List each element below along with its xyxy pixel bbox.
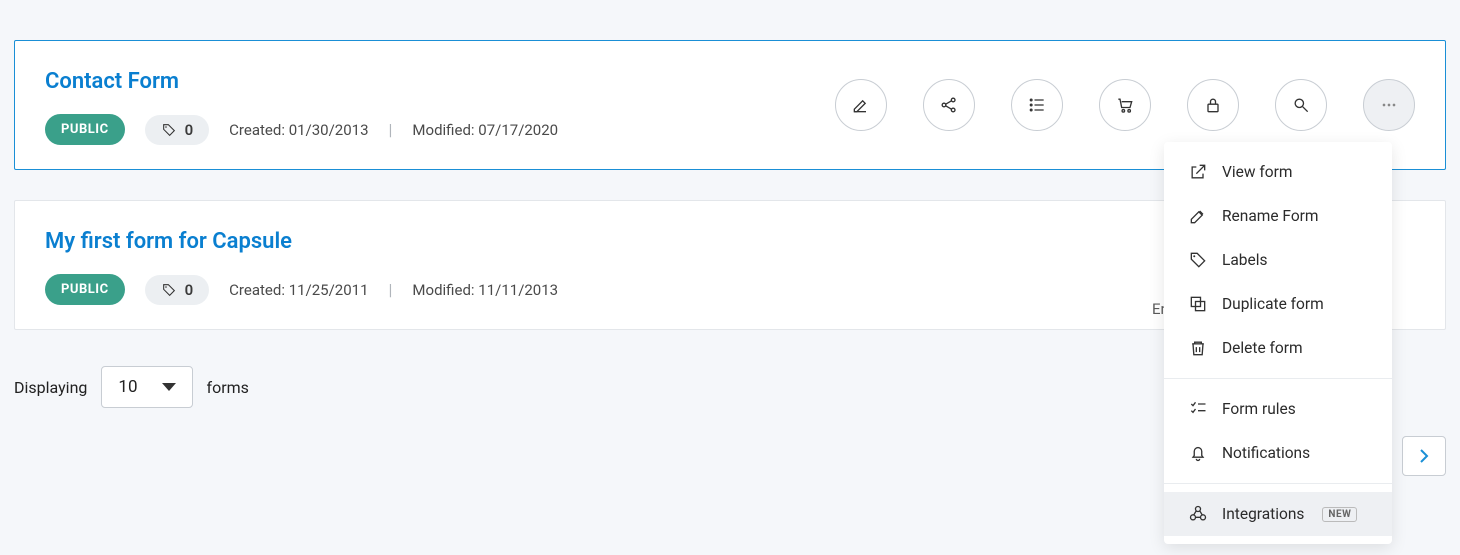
tag-icon [161, 122, 177, 138]
lock-icon [1203, 95, 1223, 115]
visibility-badge: PUBLIC [45, 274, 125, 305]
forms-label: forms [207, 378, 249, 397]
bell-icon [1188, 443, 1208, 463]
pencil-icon [851, 95, 871, 115]
menu-labels[interactable]: Labels [1164, 238, 1392, 282]
security-button[interactable] [1187, 79, 1239, 131]
labels-count: 0 [185, 281, 194, 299]
duplicate-icon [1188, 294, 1208, 314]
menu-duplicate-form[interactable]: Duplicate form [1164, 282, 1392, 326]
share-icon [939, 95, 959, 115]
per-page-select[interactable]: 10 [101, 366, 192, 408]
payments-button[interactable] [1099, 79, 1151, 131]
actions-row [835, 79, 1415, 131]
integrations-icon [1188, 504, 1208, 524]
tag-icon [1188, 250, 1208, 270]
menu-delete-form[interactable]: Delete form [1164, 326, 1392, 370]
created-text: Created: 11/25/2011 [229, 281, 368, 299]
more-menu: View form Rename Form Labels Duplicate f… [1164, 142, 1392, 544]
modified-text: Modified: 11/11/2013 [412, 281, 558, 299]
list-icon [1027, 95, 1047, 115]
tag-icon [161, 282, 177, 298]
edit-button[interactable] [835, 79, 887, 131]
edit-icon [1188, 206, 1208, 226]
chevron-right-icon [1419, 448, 1429, 464]
wrench-icon [1291, 95, 1311, 115]
menu-view-form[interactable]: View form [1164, 150, 1392, 194]
settings-button[interactable] [1275, 79, 1327, 131]
next-page-button[interactable] [1402, 436, 1446, 476]
menu-form-rules[interactable]: Form rules [1164, 387, 1392, 431]
checklist-icon [1188, 399, 1208, 419]
labels-count-pill[interactable]: 0 [145, 115, 210, 145]
labels-count-pill[interactable]: 0 [145, 275, 210, 305]
cart-icon [1115, 95, 1135, 115]
menu-notifications[interactable]: Notifications [1164, 431, 1392, 475]
labels-count: 0 [185, 121, 194, 139]
meta-separator: | [389, 280, 393, 299]
dots-icon [1379, 95, 1399, 115]
menu-integrations[interactable]: Integrations NEW [1164, 492, 1392, 536]
share-button[interactable] [923, 79, 975, 131]
caret-down-icon [162, 383, 176, 391]
modified-text: Modified: 07/17/2020 [412, 121, 558, 139]
per-page-value: 10 [118, 377, 137, 397]
more-button[interactable] [1363, 79, 1415, 131]
external-link-icon [1188, 162, 1208, 182]
displaying-label: Displaying [14, 378, 87, 397]
entries-button[interactable] [1011, 79, 1063, 131]
menu-rename-form[interactable]: Rename Form [1164, 194, 1392, 238]
meta-separator: | [389, 120, 393, 139]
trash-icon [1188, 338, 1208, 358]
created-text: Created: 01/30/2013 [229, 121, 368, 139]
visibility-badge: PUBLIC [45, 114, 125, 145]
new-badge: NEW [1322, 507, 1357, 522]
